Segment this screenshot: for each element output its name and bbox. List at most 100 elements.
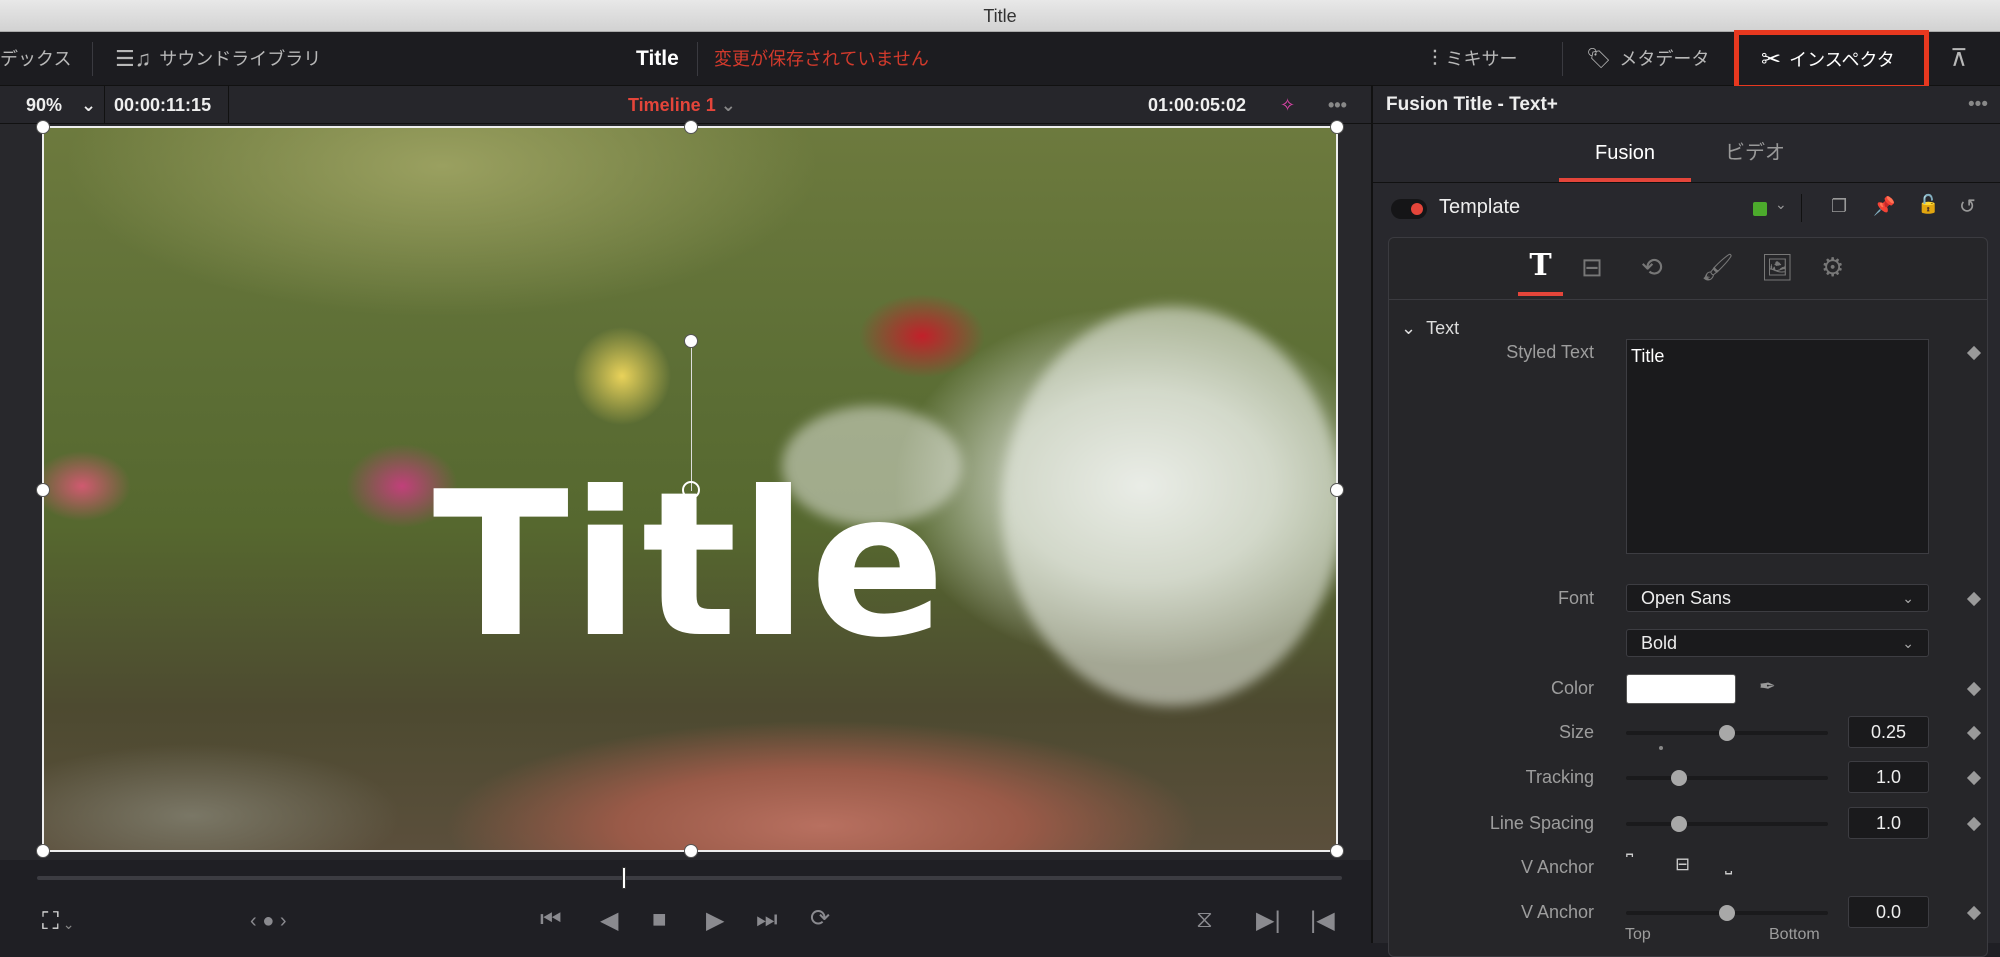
unsaved-status: 変更が保存されていません — [714, 49, 929, 69]
inspector-title: Fusion Title - Text+ — [1386, 94, 1558, 115]
scrubber-track[interactable] — [37, 876, 1342, 880]
line-spacing-slider[interactable] — [1626, 816, 1828, 832]
template-enable-toggle[interactable] — [1391, 199, 1427, 219]
default-marker — [1659, 746, 1663, 750]
fullscreen-panel-icon[interactable]: ⊼ — [1950, 32, 1968, 86]
playhead[interactable] — [622, 867, 627, 889]
resize-handle[interactable] — [1330, 844, 1344, 858]
mark-in-icon[interactable]: ▶| — [1256, 906, 1281, 935]
slider-knob[interactable] — [1670, 770, 1687, 786]
shading-tab-icon[interactable]: 🖌 — [1701, 252, 1734, 283]
chevron-down-icon: ⌄ — [1902, 635, 1914, 651]
text-section-header[interactable]: ⌄ Text — [1401, 318, 1459, 339]
inspector-label: インスペクタ — [1789, 50, 1895, 70]
color-label: Color — [1550, 678, 1594, 698]
go-to-start-icon[interactable]: ⏮ — [540, 906, 562, 934]
slider-knob[interactable] — [1670, 816, 1687, 832]
lock-icon[interactable]: 🔓 — [1917, 194, 1939, 215]
slider-knob[interactable] — [1719, 725, 1735, 741]
inspector-button[interactable]: ✂ インスペクタ — [1734, 30, 1929, 90]
resize-handle[interactable] — [1330, 120, 1344, 134]
resize-handle[interactable] — [36, 483, 50, 497]
match-frame-icon[interactable]: ⧖ — [1196, 906, 1213, 934]
node-color-swatch[interactable] — [1753, 202, 1767, 216]
timeline-dropdown[interactable]: Timeline 1 ⌄ — [628, 86, 736, 124]
zoom-dropdown[interactable]: 90% ⌄ — [26, 86, 96, 124]
stop-icon[interactable]: ■ — [652, 906, 667, 934]
slider-knob[interactable] — [1719, 905, 1735, 921]
tab-fusion[interactable]: Fusion — [1559, 124, 1691, 182]
divider — [697, 42, 698, 76]
keyframe-icon[interactable] — [1966, 681, 1982, 697]
copy-icon[interactable]: ❐ — [1831, 196, 1847, 217]
keyframe-icon[interactable] — [1966, 591, 1982, 607]
go-to-end-icon[interactable]: ⏭ — [756, 906, 778, 934]
chevron-down-icon: ⌄ — [81, 95, 97, 115]
anchor-center-icon[interactable]: ⊟ — [1675, 854, 1690, 875]
color-effect-icon[interactable]: ✧ — [1280, 86, 1295, 124]
center-handle[interactable] — [682, 481, 700, 499]
v-anchor-input[interactable]: 0.0 — [1848, 896, 1929, 928]
anchor-bottom-icon[interactable]: ⎵ — [1725, 854, 1732, 875]
media-index-button[interactable]: デックス — [0, 32, 71, 86]
tracking-input[interactable]: 1.0 — [1848, 761, 1929, 793]
play-reverse-icon[interactable]: ◀ — [600, 906, 618, 935]
tracking-slider[interactable] — [1626, 770, 1828, 786]
rotation-handle[interactable] — [684, 334, 698, 348]
transform-tab-icon[interactable]: ⟲ — [1641, 252, 1663, 283]
sound-library-label: サウンドライブラリ — [159, 49, 322, 69]
size-input[interactable]: 0.25 — [1848, 716, 1929, 748]
chevron-down-icon[interactable]: ⌄ — [1775, 196, 1787, 213]
keyframe-icon[interactable] — [1966, 905, 1982, 921]
styled-text-input[interactable]: Title — [1626, 339, 1929, 554]
tab-video[interactable]: ビデオ — [1703, 124, 1807, 182]
loop-icon[interactable]: ⟳ — [810, 904, 830, 933]
keyframe-icon[interactable] — [1966, 770, 1982, 786]
resize-handle[interactable] — [684, 120, 698, 134]
more-options-icon[interactable]: ••• — [1328, 86, 1347, 124]
keyframe-icon[interactable] — [1966, 725, 1982, 741]
timecode-duration: 00:00:11:15 — [114, 95, 212, 115]
layout-tab-icon[interactable]: ⊟ — [1581, 252, 1603, 283]
section-label: Text — [1426, 318, 1460, 338]
mixer-button[interactable]: ⫶ ミキサー — [1432, 32, 1518, 86]
timecode-current: 01:00:05:02 — [1148, 95, 1247, 115]
reset-icon[interactable]: ↺ — [1959, 194, 1976, 219]
v-anchor-label: V Anchor — [1520, 902, 1594, 922]
image-tab-icon[interactable]: 🖼 — [1761, 252, 1794, 283]
font-value: Open Sans — [1641, 588, 1732, 608]
more-options-icon[interactable]: ••• — [1968, 86, 1988, 124]
eyedropper-icon[interactable]: ✒ — [1759, 674, 1776, 699]
line-spacing-input[interactable]: 1.0 — [1848, 807, 1929, 839]
resize-handle[interactable] — [36, 120, 50, 134]
text-tab-icon[interactable]: T — [1518, 248, 1563, 296]
sound-library-button[interactable]: ☰♫ サウンドライブラリ — [115, 32, 321, 86]
keyframe-nav-icon[interactable]: ‹ ● › — [250, 910, 287, 933]
metadata-button[interactable]: 🏷 メタデータ — [1586, 32, 1709, 86]
keyframe-icon[interactable] — [1966, 345, 1982, 361]
resize-handle[interactable] — [684, 844, 698, 858]
chevron-down-icon: ⌄ — [1902, 590, 1914, 606]
size-slider[interactable] — [1626, 725, 1828, 741]
transform-bounding-box[interactable] — [36, 120, 1344, 858]
tag-icon: 🏷 — [1586, 48, 1612, 70]
pin-icon[interactable]: 📌 — [1873, 196, 1895, 217]
anchor-top-icon[interactable]: ⎴ — [1626, 854, 1633, 875]
timeline-name: Timeline 1 — [628, 95, 716, 115]
font-style-dropdown[interactable]: Bold ⌄ — [1626, 629, 1929, 657]
transform-mode-icon[interactable]: ⛶ ⌄ — [42, 908, 74, 936]
mark-out-icon[interactable]: |◀ — [1310, 906, 1335, 935]
font-dropdown[interactable]: Open Sans ⌄ — [1626, 584, 1929, 612]
play-icon[interactable]: ▶ — [706, 906, 724, 935]
settings-tab-icon[interactable]: ⚙ — [1821, 252, 1844, 283]
resize-handle[interactable] — [1330, 483, 1344, 497]
chevron-down-icon: ⌄ — [1401, 318, 1417, 338]
rotation-line — [691, 343, 692, 491]
keyframe-icon[interactable] — [1966, 816, 1982, 832]
styled-text-label: Styled Text — [1506, 342, 1594, 362]
tracking-label: Tracking — [1525, 767, 1594, 787]
metadata-label: メタデータ — [1619, 49, 1710, 69]
v-anchor-slider[interactable] — [1626, 905, 1828, 921]
color-swatch[interactable] — [1626, 674, 1736, 704]
resize-handle[interactable] — [36, 844, 50, 858]
